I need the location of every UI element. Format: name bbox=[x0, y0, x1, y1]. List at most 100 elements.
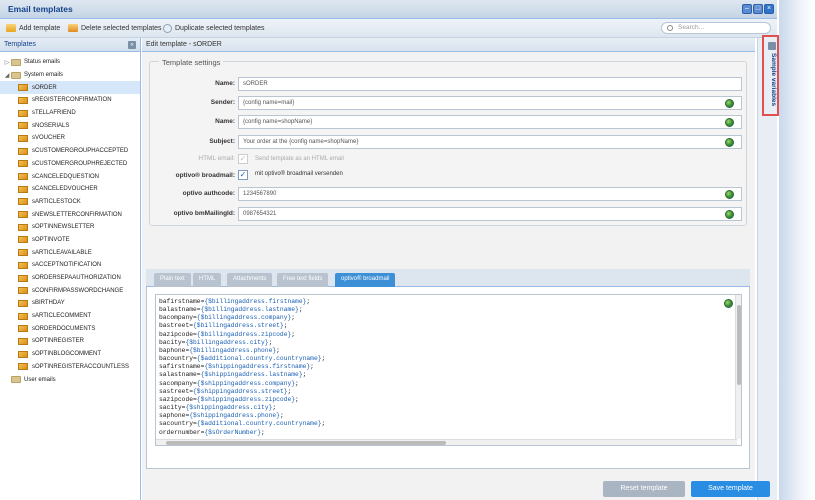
add-template-button[interactable]: Add template bbox=[6, 24, 60, 32]
tab-optivo-broadmail[interactable]: optivo® broadmail bbox=[335, 273, 396, 287]
search-icon bbox=[667, 25, 673, 31]
code-text: ; bbox=[295, 379, 299, 387]
email-icon bbox=[18, 249, 28, 257]
translate-globe-icon[interactable] bbox=[725, 99, 734, 108]
tree-item-label: sORDERSEPAAUTHORIZATION bbox=[32, 275, 121, 282]
translate-globe-icon[interactable] bbox=[725, 210, 734, 219]
code-text: salastname= bbox=[159, 371, 201, 379]
tree-item-template[interactable]: sCANCELEDVOUCHER bbox=[0, 183, 140, 196]
mailing-id-field[interactable]: 0987654321 bbox=[238, 207, 742, 221]
window-titlebar[interactable]: Email templates – □ × bbox=[0, 0, 777, 19]
translate-globe-icon[interactable] bbox=[725, 190, 734, 199]
code-variable: {$shippingaddress.firstname} bbox=[204, 363, 311, 371]
delete-templates-button[interactable]: Delete selected templates bbox=[68, 24, 162, 32]
tree-item-template[interactable]: sARTICLEAVAILABLE bbox=[0, 246, 140, 259]
minimize-icon[interactable]: – bbox=[742, 4, 752, 14]
tree-item-template[interactable]: sOPTINREGISTER bbox=[0, 335, 140, 348]
code-line: bacity={$billingaddress.city}; bbox=[159, 339, 325, 347]
tree-folder[interactable]: User emails bbox=[0, 373, 140, 386]
tree-item-template[interactable]: sNEWSLETTERCONFIRMATION bbox=[0, 208, 140, 221]
translate-globe-icon[interactable] bbox=[724, 299, 733, 308]
tree-item-template[interactable]: sNOSERIALS bbox=[0, 119, 140, 132]
tree-item-template[interactable]: sORDER bbox=[0, 81, 140, 95]
tree-item-template[interactable]: sOPTINBLOGCOMMENT bbox=[0, 348, 140, 361]
code-line: bacountry={$additional.country.countryna… bbox=[159, 355, 325, 363]
mailing-id-label: optivo bmMailingId: bbox=[173, 210, 235, 217]
save-template-button[interactable]: Save template bbox=[691, 481, 770, 497]
tree-item-template[interactable]: sARTICLESTOCK bbox=[0, 196, 140, 209]
broadmail-label: optivo® broadmail: bbox=[175, 172, 235, 179]
tree-item-template[interactable]: sORDERSEPAAUTHORIZATION bbox=[0, 272, 140, 285]
tab-free-text-fields[interactable]: Free text fields bbox=[277, 273, 329, 287]
expand-arrow-icon[interactable]: ▷ bbox=[3, 59, 11, 66]
translate-globe-icon[interactable] bbox=[725, 138, 734, 147]
tree-item-template[interactable]: sCUSTOMERGROUPHREJECTED bbox=[0, 158, 140, 171]
from-name-field[interactable]: {config name=shopName} bbox=[238, 115, 742, 129]
translate-globe-icon[interactable] bbox=[725, 118, 734, 127]
html-email-checkbox[interactable]: ✓ bbox=[238, 154, 248, 164]
code-text: ; bbox=[321, 420, 326, 428]
collapse-arrow-icon[interactable]: ◢ bbox=[3, 72, 11, 79]
tree-item-template[interactable]: sORDERDOCUMENTS bbox=[0, 322, 140, 335]
name-field[interactable]: sORDER bbox=[238, 77, 742, 91]
tree-item-label: sOPTINNEWSLETTER bbox=[32, 224, 95, 231]
collapse-left-icon[interactable]: « bbox=[128, 41, 136, 49]
sender-value: {config name=mail} bbox=[243, 100, 295, 106]
sample-variables-toggle[interactable]: Sample variables bbox=[762, 35, 779, 116]
folder-icon bbox=[11, 71, 21, 79]
mailing-id-row: optivo bmMailingId: 0987654321 bbox=[149, 207, 747, 221]
broadmail-checkbox[interactable]: ✓ bbox=[238, 170, 248, 180]
vertical-scroll-thumb[interactable] bbox=[737, 305, 741, 385]
tree-item-template[interactable]: sACCEPTNOTIFICATION bbox=[0, 259, 140, 272]
template-settings-legend: Template settings bbox=[159, 58, 224, 67]
subject-field[interactable]: Your order at the {config name=shopName} bbox=[238, 135, 742, 149]
html-email-row: HTML email: ✓ Send template as an HTML e… bbox=[149, 152, 747, 166]
from-name-row: Name: {config name=shopName} bbox=[149, 115, 747, 129]
code-text: ; bbox=[272, 404, 277, 412]
tab-html[interactable]: HTML bbox=[193, 273, 222, 287]
close-icon[interactable]: × bbox=[764, 4, 774, 14]
tree-item-template[interactable]: sOPTINREGISTERACCOUNTLESS bbox=[0, 361, 140, 374]
reset-template-button[interactable]: Reset template bbox=[603, 481, 685, 497]
horizontal-scroll-thumb[interactable] bbox=[166, 441, 446, 445]
sender-field[interactable]: {config name=mail} bbox=[238, 96, 742, 110]
authcode-value: 1234567890 bbox=[243, 191, 277, 197]
code-variable: {$billingaddress.phone} bbox=[189, 346, 277, 354]
tree-item-label: sCONFIRMPASSWORDCHANGE bbox=[32, 287, 124, 294]
code-text: ; bbox=[283, 322, 288, 330]
tree-item-label: sCUSTOMERGROUPHREJECTED bbox=[32, 160, 128, 167]
code-text: balastname= bbox=[159, 306, 201, 314]
tab-attachments[interactable]: Attachments bbox=[227, 273, 273, 287]
email-icon bbox=[18, 274, 28, 282]
tree-item-template[interactable]: sCANCELEDQUESTION bbox=[0, 170, 140, 183]
expand-panel-icon[interactable] bbox=[768, 42, 776, 50]
duplicate-templates-label: Duplicate selected templates bbox=[175, 25, 265, 32]
tree-folder[interactable]: ▷ Status emails bbox=[0, 56, 140, 69]
html-email-label: HTML email: bbox=[198, 155, 235, 162]
tab-plain-text[interactable]: Plain text bbox=[154, 273, 191, 287]
search-input[interactable]: Search... bbox=[661, 22, 771, 34]
authcode-field[interactable]: 1234567890 bbox=[238, 187, 742, 201]
code-variable: {$billingaddress.street} bbox=[193, 322, 284, 330]
tree-item-template[interactable]: sOPTINNEWSLETTER bbox=[0, 221, 140, 234]
code-text: bacity= bbox=[159, 338, 186, 346]
tree-item-template[interactable]: sVOUCHER bbox=[0, 132, 140, 145]
tree-item-template[interactable]: sREGISTERCONFIRMATION bbox=[0, 94, 140, 107]
code-text: ; bbox=[291, 330, 296, 338]
code-line: sacity={$shippingaddress.city}; bbox=[159, 404, 325, 412]
horizontal-scrollbar[interactable] bbox=[156, 439, 737, 445]
maximize-icon[interactable]: □ bbox=[753, 4, 763, 14]
tree-item-template[interactable]: sTELLAFRIEND bbox=[0, 107, 140, 120]
vertical-scrollbar[interactable] bbox=[735, 295, 741, 439]
code-text: bacompany= bbox=[159, 314, 197, 322]
duplicate-templates-button[interactable]: Duplicate selected templates bbox=[163, 24, 265, 33]
tree-item-template[interactable]: sCONFIRMPASSWORDCHANGE bbox=[0, 284, 140, 297]
tree-folder[interactable]: ◢ System emails bbox=[0, 69, 140, 82]
broadmail-code-editor[interactable]: bafirstname={$billingaddress.firstname};… bbox=[155, 294, 742, 446]
authcode-row: optivo authcode: 1234567890 bbox=[149, 187, 747, 201]
tree-item-template[interactable]: sARTICLECOMMENT bbox=[0, 310, 140, 323]
tree-item-template[interactable]: sCUSTOMERGROUPHACCEPTED bbox=[0, 145, 140, 158]
tree-item-label: User emails bbox=[24, 376, 56, 383]
tree-item-template[interactable]: sBIRTHDAY bbox=[0, 297, 140, 310]
tree-item-template[interactable]: sOPTINVOTE bbox=[0, 234, 140, 247]
